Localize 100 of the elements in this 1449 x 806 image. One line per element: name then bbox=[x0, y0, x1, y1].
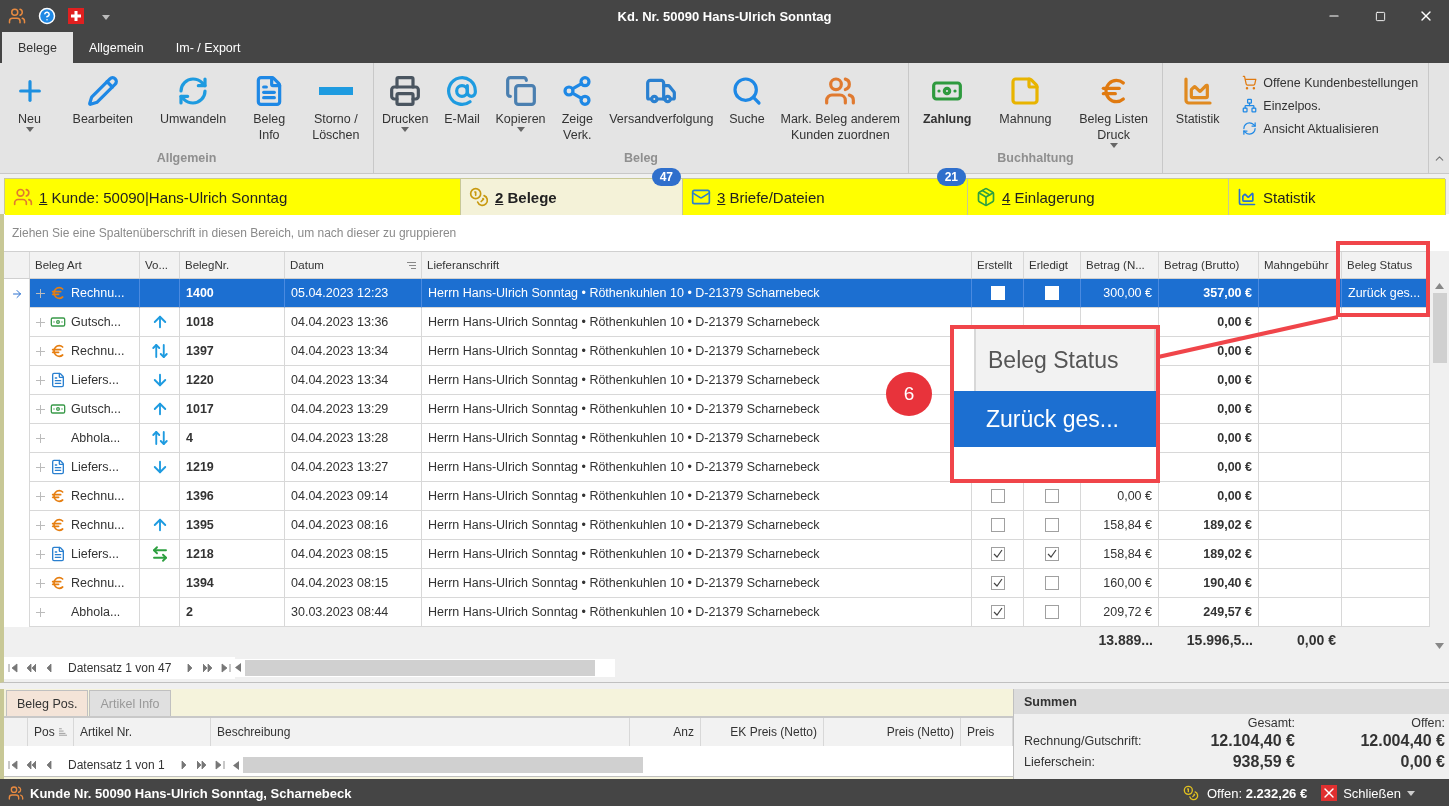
column-header[interactable]: Beleg Art bbox=[30, 252, 140, 278]
expand-icon[interactable] bbox=[36, 433, 45, 443]
ribbon-button[interactable]: Neu bbox=[10, 69, 49, 134]
caret-icon bbox=[516, 127, 525, 132]
document-tab[interactable]: 4 Einlagerung bbox=[968, 179, 1229, 215]
last-record-icon[interactable] bbox=[221, 662, 232, 673]
next-page-icon[interactable] bbox=[196, 760, 207, 770]
column-header[interactable]: Vo... bbox=[140, 252, 180, 278]
ribbon-button[interactable]: Beleg Info bbox=[250, 69, 289, 145]
column-header[interactable]: Erstellt bbox=[972, 252, 1024, 278]
checkbox[interactable] bbox=[1045, 489, 1059, 503]
caret-icon bbox=[102, 15, 110, 20]
expand-icon[interactable] bbox=[36, 317, 45, 327]
checkbox[interactable] bbox=[990, 489, 1005, 503]
flag-icon[interactable] bbox=[68, 8, 84, 24]
ribbon-button[interactable]: Beleg Listen Druck bbox=[1076, 69, 1152, 150]
checkbox[interactable] bbox=[1045, 518, 1059, 532]
expand-icon[interactable] bbox=[36, 607, 45, 617]
sort-icon[interactable] bbox=[58, 728, 67, 736]
refresh-icon bbox=[177, 75, 210, 107]
table-cell: 158,84 € bbox=[1081, 540, 1159, 569]
scrollbar-thumb[interactable] bbox=[245, 659, 596, 676]
ribbon-button[interactable]: Storno / Löschen bbox=[309, 69, 363, 145]
checkbox[interactable] bbox=[990, 547, 1005, 561]
users-icon[interactable] bbox=[8, 7, 26, 25]
table-cell: 04.04.2023 08:16 bbox=[285, 511, 422, 540]
column-header[interactable]: Betrag (N... bbox=[1081, 252, 1159, 278]
expand-icon[interactable] bbox=[36, 375, 45, 385]
ribbon-button[interactable]: Statistik bbox=[1172, 69, 1223, 129]
filter-icon[interactable] bbox=[407, 261, 416, 269]
column-header[interactable]: Mahngebühr bbox=[1259, 252, 1342, 278]
checkbox[interactable] bbox=[990, 576, 1005, 590]
checkbox[interactable] bbox=[1045, 576, 1059, 590]
ribbon-button[interactable]: Suche bbox=[726, 69, 768, 129]
table-cell: 1394 bbox=[180, 569, 285, 598]
ribbon-button[interactable]: Zahlung bbox=[919, 69, 975, 129]
first-record-icon[interactable] bbox=[8, 662, 18, 673]
ribbon-item[interactable]: Einzelpos. bbox=[1242, 96, 1419, 115]
ribbon-button[interactable]: Versandverfolgung bbox=[606, 69, 717, 129]
expand-icon[interactable] bbox=[36, 346, 45, 356]
column-header[interactable]: Betrag (Brutto) bbox=[1159, 252, 1259, 278]
close-menu-button[interactable]: Schließen bbox=[1315, 784, 1421, 802]
document-tab[interactable]: 1 Kunde: 50090|Hans-Ulrich Sonntag bbox=[5, 179, 461, 215]
ribbon-button[interactable]: Mahnung bbox=[996, 69, 1055, 129]
table-cell: Liefers... bbox=[71, 547, 119, 561]
checkbox[interactable] bbox=[990, 605, 1005, 619]
caret-icon bbox=[1109, 143, 1118, 148]
column-header[interactable]: BelegNr. bbox=[180, 252, 285, 278]
checkbox[interactable] bbox=[1045, 547, 1059, 561]
expand-icon[interactable] bbox=[36, 288, 45, 298]
first-record-icon[interactable] bbox=[8, 760, 18, 770]
ribbon-item[interactable]: Ansicht Aktualisieren bbox=[1242, 119, 1419, 138]
expand-icon[interactable] bbox=[36, 491, 45, 501]
scrollbar-thumb[interactable] bbox=[242, 757, 643, 773]
column-header[interactable]: Erledigt bbox=[1024, 252, 1081, 278]
scroll-down-icon[interactable] bbox=[1435, 643, 1444, 649]
expand-icon[interactable] bbox=[36, 549, 45, 559]
table-cell: 0,00 € bbox=[1159, 482, 1259, 511]
ribbon-button[interactable]: Mark. Beleg anderem Kunden zuordnen bbox=[777, 69, 903, 145]
expand-icon[interactable] bbox=[36, 462, 45, 472]
next-record-icon[interactable] bbox=[178, 760, 189, 770]
scroll-left-icon[interactable] bbox=[232, 760, 239, 770]
table-cell: Herrn Hans-Ulrich Sonntag • Röthenkuhlen 10 • D-21379 Scharnebeck bbox=[422, 540, 972, 569]
next-page-icon[interactable] bbox=[203, 662, 214, 673]
expand-icon[interactable] bbox=[36, 578, 45, 588]
panel-tab[interactable]: Beleg Pos. bbox=[6, 690, 89, 716]
caret-icon bbox=[401, 127, 410, 132]
ribbon-button[interactable]: Bearbeiten bbox=[69, 69, 137, 129]
checkbox[interactable] bbox=[1045, 605, 1059, 619]
table-cell: 04.04.2023 13:34 bbox=[285, 337, 422, 366]
table-cell: 300,00 € bbox=[1081, 279, 1159, 308]
previous-page-icon[interactable] bbox=[26, 760, 36, 770]
maximize-icon bbox=[1374, 10, 1386, 22]
group-by-hint: Ziehen Sie eine Spaltenüberschrift in diesen Bereich, um nach dieser zu gruppieren bbox=[0, 214, 1449, 251]
ribbon-item[interactable]: Offene Kundenbestellungen bbox=[1242, 73, 1419, 92]
expand-icon[interactable] bbox=[36, 520, 45, 530]
ribbon-button[interactable]: Umwandeln bbox=[157, 69, 230, 129]
expand-icon[interactable] bbox=[36, 404, 45, 414]
ribbon-button[interactable]: E-Mail bbox=[441, 69, 483, 129]
ribbon-tab[interactable]: Belege bbox=[2, 32, 73, 63]
table-cell: 1395 bbox=[180, 511, 285, 540]
ribbon-button[interactable]: Zeige Verk. bbox=[558, 69, 597, 145]
table-cell: 1396 bbox=[180, 482, 285, 511]
ribbon-tab[interactable]: Im- / Export bbox=[159, 32, 257, 63]
help-icon[interactable] bbox=[38, 7, 56, 25]
checkbox[interactable] bbox=[990, 518, 1005, 532]
ribbon-tab[interactable]: Allgemein bbox=[72, 32, 160, 63]
scrollbar-thumb[interactable] bbox=[1432, 293, 1447, 363]
last-record-icon[interactable] bbox=[214, 760, 225, 770]
ribbon-button[interactable]: Drucken bbox=[378, 69, 432, 134]
previous-page-icon[interactable] bbox=[26, 662, 36, 673]
previous-record-icon[interactable] bbox=[44, 760, 54, 770]
document-tab[interactable]: Statistik bbox=[1229, 179, 1446, 215]
ribbon-button[interactable]: Kopieren bbox=[492, 69, 549, 134]
previous-record-icon[interactable] bbox=[44, 662, 54, 673]
sum-amount: 12.104,40 € bbox=[1209, 731, 1295, 751]
column-header[interactable]: Lieferanschrift bbox=[422, 252, 972, 278]
column-header[interactable]: Datum bbox=[285, 252, 422, 278]
scroll-up-icon[interactable] bbox=[1435, 283, 1444, 289]
table-cell: Herrn Hans-Ulrich Sonntag • Röthenkuhlen 10 • D-21379 Scharnebeck bbox=[422, 279, 972, 308]
